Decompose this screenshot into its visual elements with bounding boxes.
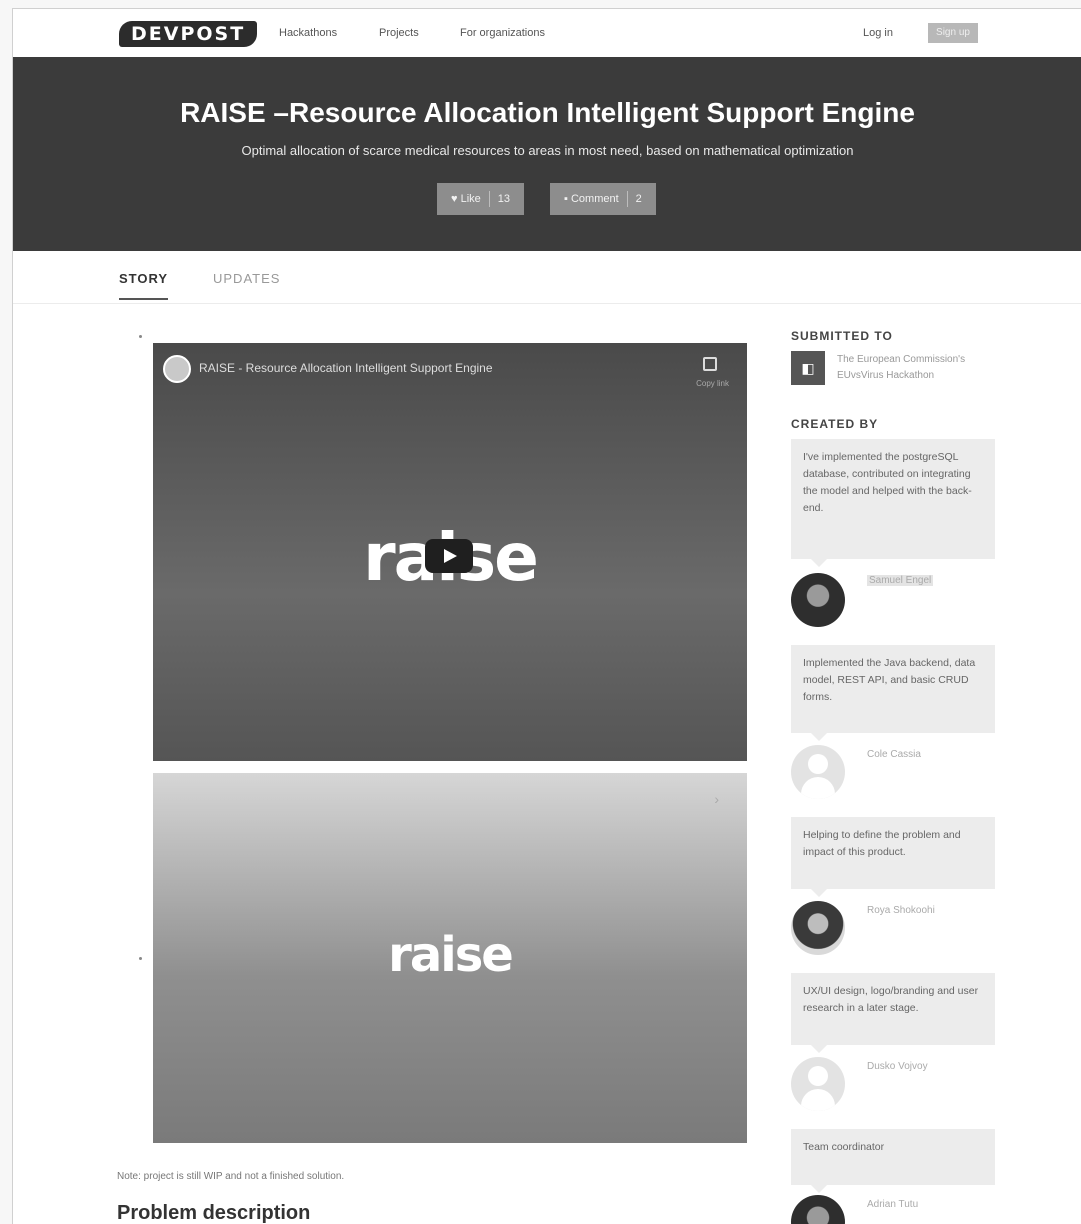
nav-link-projects[interactable]: Projects (379, 27, 419, 39)
member-name[interactable]: Cole Cassia (867, 749, 921, 760)
member-contribution: I've implemented the postgreSQL database… (791, 439, 995, 567)
like-button[interactable]: ♥ Like 13 (437, 183, 525, 215)
project-tabs: STORY UPDATES (13, 251, 1081, 304)
gallery-slide[interactable]: › raise (153, 773, 747, 1143)
page-frame: DEVPOST Hackathons Projects For organiza… (12, 8, 1081, 1224)
devpost-logo[interactable]: DEVPOST (119, 21, 258, 47)
member-name[interactable]: Samuel Engel (867, 575, 934, 586)
tab-updates[interactable]: UPDATES (213, 271, 280, 286)
like-count: 13 (497, 193, 511, 205)
comment-icon: ▪ (564, 193, 568, 205)
login-link[interactable]: Log in (863, 27, 893, 39)
avatar[interactable] (791, 573, 845, 627)
channel-avatar (163, 355, 191, 383)
member-contribution: Implemented the Java backend, data model… (791, 645, 995, 741)
comment-button[interactable]: ▪ Comment 2 (550, 183, 656, 215)
copy-link-label: Copy link (696, 379, 729, 388)
project-header: RAISE –Resource Allocation Intelligent S… (13, 57, 1081, 251)
top-nav: DEVPOST Hackathons Projects For organiza… (13, 9, 1081, 57)
member-name[interactable]: Dusko Vojvoy (867, 1061, 928, 1072)
member-name[interactable]: Roya Shokoohi (867, 905, 935, 916)
member-name[interactable]: Adrian Tutu (867, 1199, 918, 1210)
project-note: Note: project is still WIP and not a fin… (117, 1171, 345, 1182)
video-title[interactable]: RAISE - Resource Allocation Intelligent … (199, 361, 493, 375)
member-contribution: Team coordinator (791, 1129, 995, 1193)
section-heading: Problem description (117, 1202, 311, 1224)
member-contribution: UX/UI design, logo/branding and user res… (791, 973, 995, 1053)
like-label: Like (460, 193, 481, 205)
comment-label: Comment (570, 193, 619, 205)
copy-icon[interactable] (703, 357, 717, 371)
gallery-prev-dot[interactable] (139, 335, 142, 338)
member-contribution: Helping to define the problem and impact… (791, 817, 995, 897)
hackathon-thumbnail-icon[interactable]: ◧ (791, 351, 825, 385)
play-icon[interactable] (425, 539, 473, 573)
project-tagline: Optimal allocation of scarce medical res… (241, 143, 854, 158)
nav-link-hackathons[interactable]: Hackathons (279, 27, 337, 39)
avatar[interactable] (791, 1057, 845, 1111)
signup-button[interactable]: Sign up (928, 23, 978, 43)
avatar[interactable] (791, 901, 845, 955)
submitted-to-heading: SUBMITTED TO (791, 329, 893, 343)
nav-link-for-organizations[interactable]: For organizations (460, 27, 545, 39)
project-title: RAISE –Resource Allocation Intelligent S… (180, 97, 915, 128)
heart-icon: ♥ (451, 193, 458, 205)
gallery-next-dot[interactable] (139, 957, 142, 960)
hackathon-link[interactable]: The European Commission's EUvsVirus Hack… (837, 352, 1007, 384)
raise-brand-slide: raise (388, 927, 514, 983)
tab-story[interactable]: STORY (119, 271, 169, 300)
chevron-right-icon[interactable]: › (714, 791, 719, 807)
avatar[interactable] (791, 745, 845, 799)
comment-count: 2 (635, 193, 642, 205)
created-by-heading: CREATED BY (791, 417, 879, 431)
avatar[interactable] (791, 1195, 845, 1224)
video-player[interactable]: RAISE - Resource Allocation Intelligent … (153, 343, 747, 761)
